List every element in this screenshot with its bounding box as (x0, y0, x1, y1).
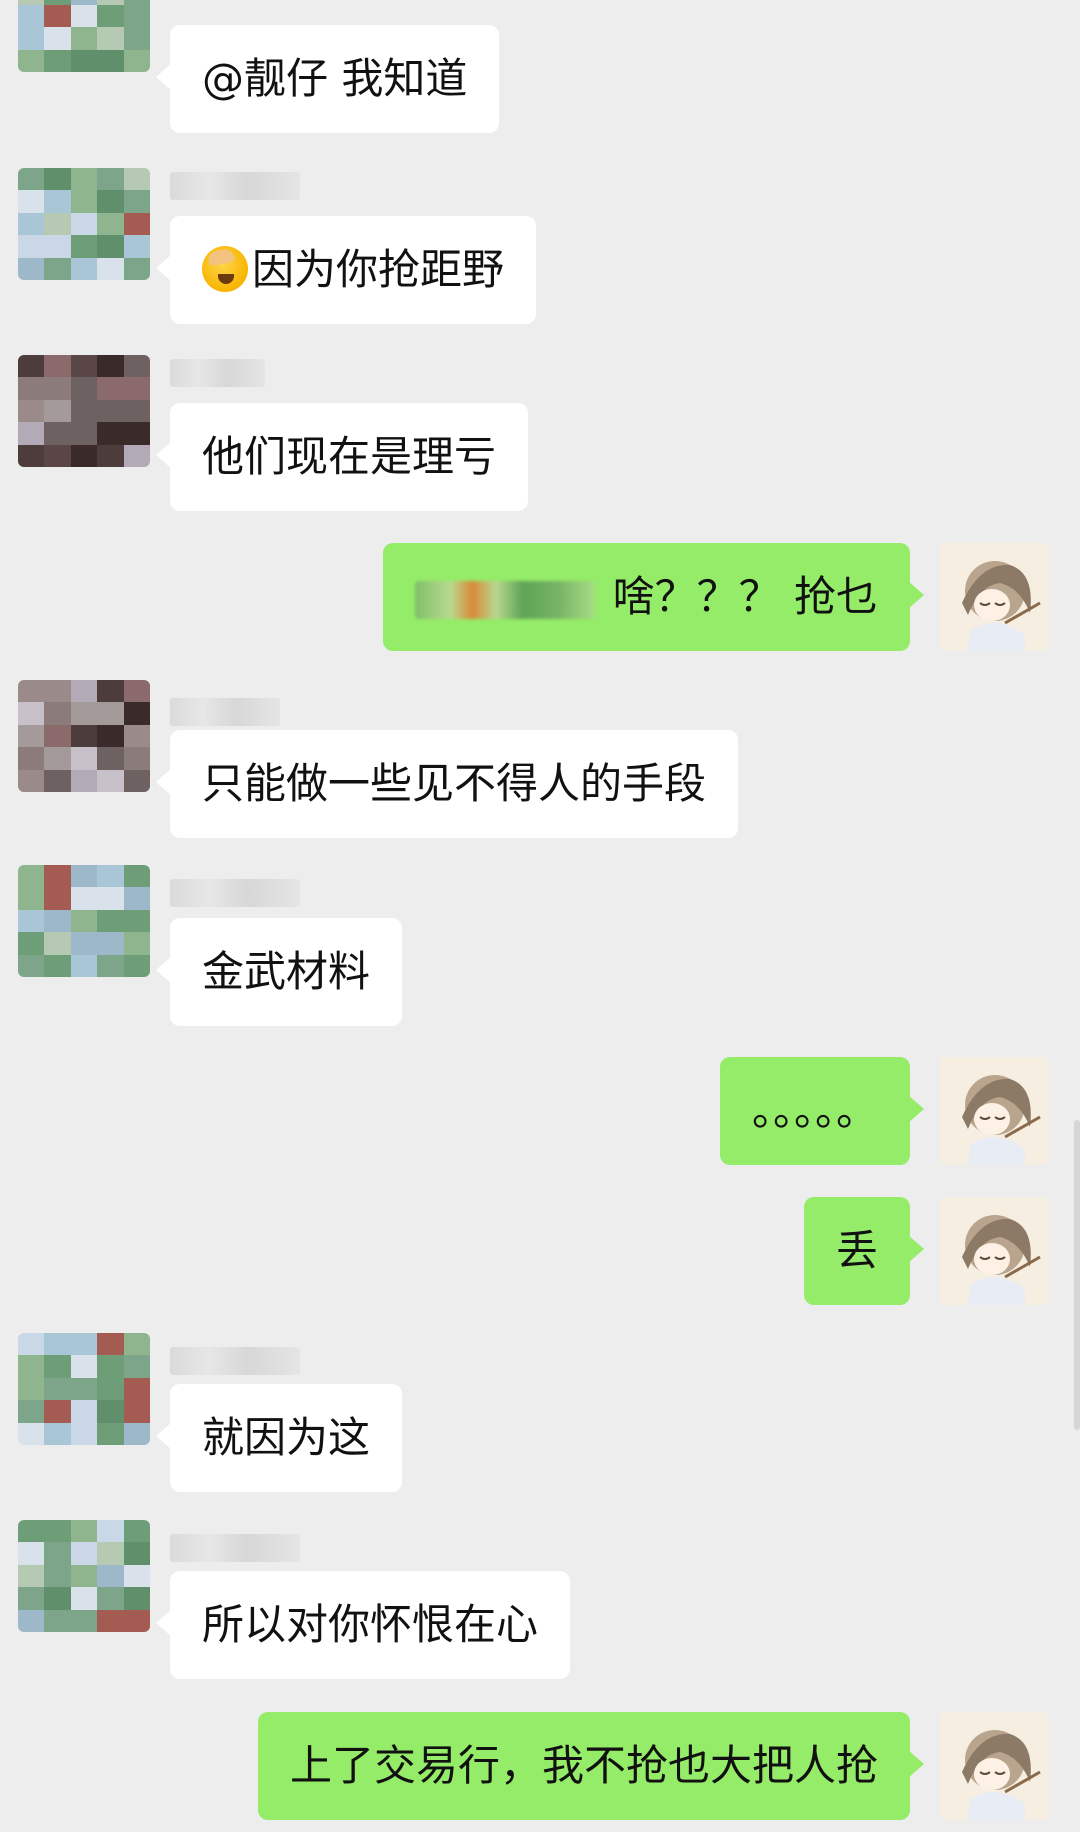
message-text: 就因为这 (202, 1413, 371, 1462)
message-text: @靓仔 我知道 (202, 54, 468, 103)
sender-name-blurred (170, 359, 265, 387)
pixelated-avatar-image (18, 1333, 150, 1445)
message-text: 所以对你怀恨在心 (202, 1600, 539, 1649)
contact-avatar-pixelated[interactable] (18, 355, 150, 467)
anime-girl-avatar-image (940, 1057, 1048, 1165)
sender-name-blurred (170, 879, 300, 907)
message-bubble[interactable]: 就因为这 (155, 1384, 403, 1492)
my-avatar[interactable] (940, 543, 1048, 651)
message-bubble[interactable]: 只能做一些见不得人的手段 (155, 730, 739, 838)
contact-avatar-pixelated[interactable] (18, 865, 150, 977)
my-avatar[interactable] (940, 1197, 1048, 1305)
my-avatar[interactable] (940, 1712, 1048, 1820)
face-with-hand-over-eyes-emoji (202, 246, 248, 292)
message-bubble[interactable]: 他们现在是理亏 (155, 403, 529, 511)
message-text: 啥？？？ 抢乜 (612, 572, 878, 621)
message-bubble[interactable]: 所以对你怀恨在心 (155, 1571, 571, 1679)
sender-name-blurred (170, 1534, 300, 1562)
sender-name-blurred (170, 172, 300, 200)
contact-avatar-pixelated[interactable] (18, 1520, 150, 1632)
message-bubble[interactable]: 丢 (803, 1197, 925, 1305)
message-bubble[interactable]: 因为你抢距野 (155, 216, 537, 324)
message-bubble[interactable]: 啥？？？ 抢乜 (382, 543, 925, 651)
pixelated-avatar-image (18, 355, 150, 467)
sender-name-blurred (170, 1347, 300, 1375)
message-text: 上了交易行，我不抢也大把人抢 (289, 1741, 878, 1790)
message-text: 丢 (835, 1226, 878, 1275)
anime-girl-avatar-image (940, 1197, 1048, 1305)
contact-avatar-pixelated[interactable] (18, 0, 150, 72)
contact-avatar-pixelated[interactable] (18, 680, 150, 792)
message-text: 只能做一些见不得人的手段 (202, 759, 707, 808)
contact-avatar-pixelated[interactable] (18, 1333, 150, 1445)
chat-message-list[interactable]: @靓仔 我知道 因为你抢距野 他们现在是理亏 啥？？？ 抢乜 只能做一些见不得人… (0, 0, 1080, 1832)
message-bubble[interactable]: 上了交易行，我不抢也大把人抢 (257, 1712, 925, 1820)
sender-name-blurred (170, 698, 280, 726)
pixelated-avatar-image (18, 680, 150, 792)
message-bubble[interactable]: @靓仔 我知道 (155, 25, 500, 133)
message-bubble[interactable]: 。。。。。 (719, 1057, 925, 1165)
scrollbar[interactable] (1074, 1120, 1080, 1430)
anime-girl-avatar-image (940, 543, 1048, 651)
message-text: 金武材料 (202, 947, 371, 996)
message-text: 他们现在是理亏 (202, 432, 497, 481)
mention-blurred (414, 580, 595, 619)
contact-avatar-pixelated[interactable] (18, 168, 150, 280)
message-text: 因为你抢距野 (252, 245, 505, 294)
pixelated-avatar-image (18, 0, 150, 72)
pixelated-avatar-image (18, 1520, 150, 1632)
pixelated-avatar-image (18, 168, 150, 280)
message-text: 。。。。。 (751, 1086, 878, 1135)
my-avatar[interactable] (940, 1057, 1048, 1165)
pixelated-avatar-image (18, 865, 150, 977)
anime-girl-avatar-image (940, 1712, 1048, 1820)
message-bubble[interactable]: 金武材料 (155, 918, 403, 1026)
